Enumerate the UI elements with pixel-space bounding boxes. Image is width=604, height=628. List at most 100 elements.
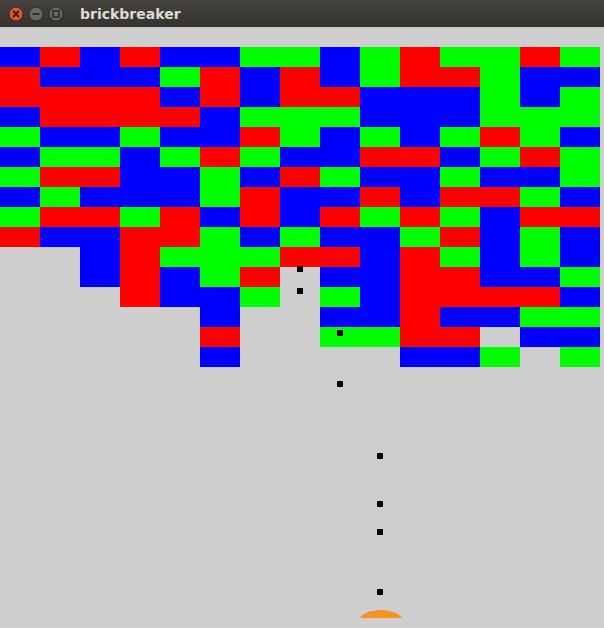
brick bbox=[120, 247, 160, 267]
brick bbox=[400, 247, 440, 267]
brick bbox=[480, 47, 520, 67]
brick bbox=[200, 127, 240, 147]
brick bbox=[40, 127, 80, 147]
brick bbox=[120, 47, 160, 67]
brick-gap bbox=[360, 347, 400, 367]
brick-gap bbox=[480, 327, 520, 347]
brick bbox=[160, 187, 200, 207]
brick bbox=[520, 327, 560, 347]
brick bbox=[280, 227, 320, 247]
brick bbox=[560, 307, 600, 327]
brick bbox=[360, 287, 400, 307]
brick bbox=[240, 187, 280, 207]
brick bbox=[520, 307, 560, 327]
brick bbox=[440, 207, 480, 227]
min-button[interactable] bbox=[28, 6, 44, 22]
brick bbox=[0, 207, 40, 227]
brick-gap bbox=[120, 347, 160, 367]
brick bbox=[160, 227, 200, 247]
brick bbox=[480, 167, 520, 187]
brick bbox=[160, 127, 200, 147]
brick bbox=[360, 227, 400, 247]
brick bbox=[400, 107, 440, 127]
brick bbox=[0, 147, 40, 167]
brick bbox=[120, 127, 160, 147]
brick bbox=[280, 127, 320, 147]
brick bbox=[320, 187, 360, 207]
brick bbox=[480, 87, 520, 107]
brick bbox=[80, 127, 120, 147]
brick-wall bbox=[0, 47, 604, 367]
brick bbox=[400, 187, 440, 207]
brick bbox=[400, 327, 440, 347]
brick bbox=[200, 87, 240, 107]
brick bbox=[440, 227, 480, 247]
brick bbox=[40, 67, 80, 87]
brick bbox=[200, 207, 240, 227]
brick-gap bbox=[0, 307, 40, 327]
brick bbox=[200, 67, 240, 87]
brick bbox=[480, 287, 520, 307]
brick bbox=[520, 67, 560, 87]
brick bbox=[440, 47, 480, 67]
brick-gap bbox=[40, 327, 80, 347]
brick bbox=[440, 167, 480, 187]
brick bbox=[240, 167, 280, 187]
brick bbox=[520, 127, 560, 147]
brick bbox=[320, 267, 360, 287]
brick bbox=[240, 267, 280, 287]
brick bbox=[320, 207, 360, 227]
brick bbox=[400, 47, 440, 67]
brick bbox=[0, 47, 40, 67]
brick bbox=[400, 87, 440, 107]
brick-gap bbox=[240, 347, 280, 367]
brick bbox=[480, 207, 520, 227]
close-button[interactable] bbox=[8, 6, 24, 22]
brick bbox=[520, 187, 560, 207]
brick bbox=[200, 347, 240, 367]
brick bbox=[200, 47, 240, 67]
brick bbox=[440, 187, 480, 207]
brick-gap bbox=[80, 307, 120, 327]
brick bbox=[440, 327, 480, 347]
ball bbox=[337, 381, 343, 387]
brick bbox=[80, 207, 120, 227]
brick bbox=[400, 287, 440, 307]
brick bbox=[40, 47, 80, 67]
brick bbox=[560, 207, 600, 227]
brick bbox=[0, 127, 40, 147]
brick-gap bbox=[40, 247, 80, 267]
brick bbox=[400, 127, 440, 147]
brick bbox=[160, 87, 200, 107]
brick bbox=[0, 167, 40, 187]
brick-gap bbox=[120, 327, 160, 347]
brick bbox=[80, 247, 120, 267]
brick bbox=[560, 167, 600, 187]
brick bbox=[40, 187, 80, 207]
ball bbox=[377, 453, 383, 459]
brick bbox=[40, 107, 80, 127]
brick bbox=[160, 67, 200, 87]
brick bbox=[320, 87, 360, 107]
brick-gap bbox=[40, 307, 80, 327]
brick-gap bbox=[80, 327, 120, 347]
brick bbox=[240, 247, 280, 267]
brick bbox=[360, 267, 400, 287]
brick bbox=[200, 247, 240, 267]
brick bbox=[0, 67, 40, 87]
play-field[interactable] bbox=[0, 27, 604, 628]
brick bbox=[280, 107, 320, 127]
brick bbox=[360, 327, 400, 347]
brick bbox=[0, 107, 40, 127]
brick bbox=[360, 307, 400, 327]
brick-gap bbox=[0, 287, 40, 307]
brick bbox=[360, 167, 400, 187]
brick bbox=[80, 47, 120, 67]
max-button[interactable] bbox=[48, 6, 64, 22]
brick bbox=[520, 227, 560, 247]
paddle[interactable] bbox=[360, 609, 402, 619]
brick bbox=[80, 87, 120, 107]
brick bbox=[40, 147, 80, 167]
brick bbox=[200, 227, 240, 247]
title-bar: brickbreaker bbox=[0, 0, 604, 27]
